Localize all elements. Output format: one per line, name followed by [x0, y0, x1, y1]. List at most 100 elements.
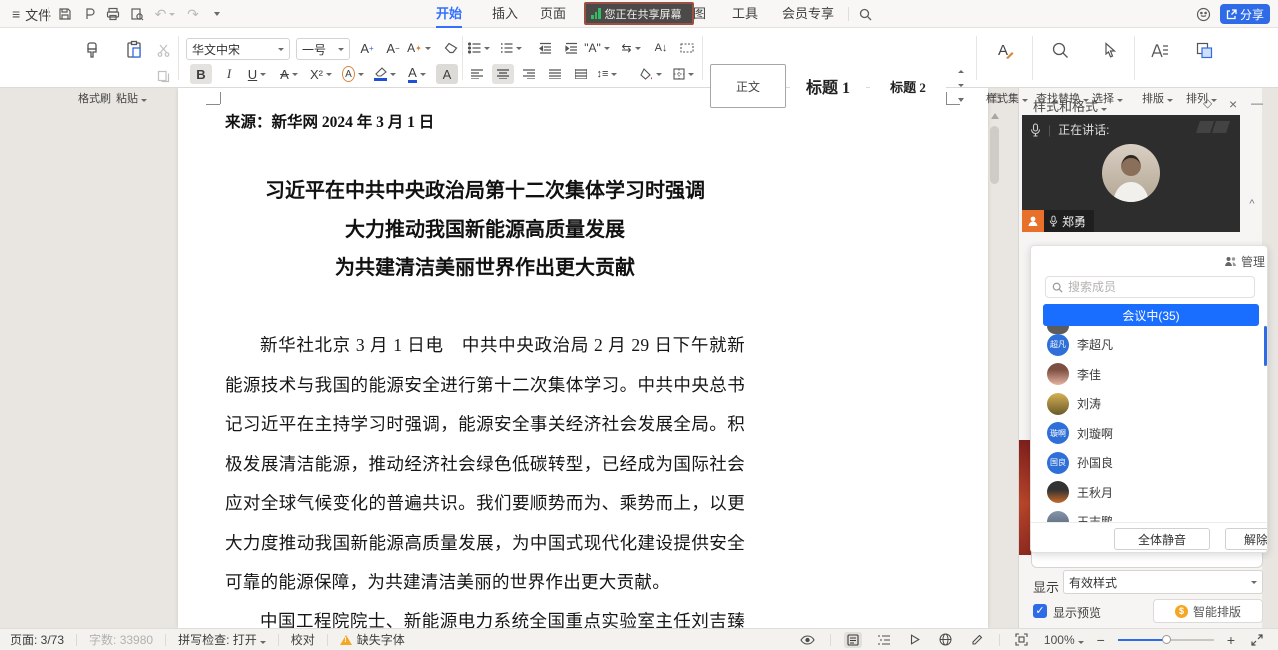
justify-icon[interactable] [544, 64, 566, 84]
bold-button[interactable]: B [190, 64, 212, 84]
typeset-icon[interactable] [1148, 38, 1172, 62]
panel-close-icon[interactable]: × [1229, 96, 1237, 112]
web-view-icon[interactable] [937, 632, 955, 648]
more-commands-icon[interactable] [206, 5, 224, 23]
tab-insert[interactable]: 插入 [492, 0, 518, 28]
collapse-icon[interactable]: ^ [1241, 198, 1263, 210]
bullets-icon[interactable] [468, 38, 490, 58]
page-view-icon[interactable] [844, 632, 862, 648]
edit-mode-icon[interactable] [968, 632, 986, 648]
fullscreen-icon[interactable] [1248, 632, 1266, 648]
print-icon[interactable] [104, 5, 122, 23]
panel-minimize-icon[interactable]: — [1251, 96, 1263, 110]
highlight-color-button[interactable] [374, 64, 396, 84]
align-center-icon[interactable] [492, 64, 514, 84]
borders-icon[interactable] [672, 64, 694, 84]
zoom-value[interactable]: 100% [1044, 633, 1084, 647]
paste-label[interactable]: 粘贴 [116, 90, 147, 106]
scrollbar-thumb[interactable] [990, 126, 999, 184]
tab-home[interactable]: 开始 [436, 0, 462, 28]
align-right-icon[interactable] [518, 64, 540, 84]
export-pdf-icon[interactable] [80, 5, 98, 23]
find-replace-label[interactable]: 查找替换 [1036, 90, 1089, 106]
style-gallery-scroll[interactable] [952, 64, 966, 108]
search-icon[interactable] [856, 5, 874, 23]
share-button[interactable]: 分享 [1220, 4, 1270, 24]
font-size-select[interactable]: 一号 [296, 38, 350, 60]
eye-protect-icon[interactable] [799, 632, 817, 648]
decrease-indent-icon[interactable] [534, 38, 556, 58]
page-indicator[interactable]: 页面: 3/73 [10, 631, 64, 648]
distribute-icon[interactable] [570, 64, 592, 84]
clear-format-icon[interactable] [440, 38, 462, 58]
shading-icon[interactable] [640, 64, 662, 84]
document-scrollbar[interactable] [988, 88, 1002, 628]
show-marks-icon[interactable] [676, 38, 698, 58]
numbering-icon[interactable] [500, 38, 522, 58]
spellcheck-status[interactable]: 拼写检查: 打开 [178, 631, 266, 648]
align-left-icon[interactable] [466, 64, 488, 84]
zoom-slider[interactable] [1118, 639, 1214, 641]
format-painter-icon[interactable] [80, 38, 104, 62]
tab-page[interactable]: 页面 [540, 0, 566, 28]
fit-page-icon[interactable] [1013, 632, 1031, 648]
show-preview-checkbox[interactable]: ✓ [1033, 604, 1047, 618]
line-spacing-icon[interactable]: ↕≡ [596, 64, 618, 84]
meeting-video-overlay[interactable]: | 正在讲话: 郑勇 [1022, 115, 1240, 232]
paste-icon[interactable] [122, 38, 146, 62]
char-shading-button[interactable]: A [436, 64, 458, 84]
shrink-font-icon[interactable]: A− [382, 38, 404, 58]
undo-icon[interactable]: ↶ [156, 5, 174, 23]
typeset-label[interactable]: 排版 [1142, 90, 1173, 106]
smart-layout-button[interactable]: $ 智能排版 [1153, 599, 1263, 623]
mute-all-button[interactable]: 全体静音 [1114, 528, 1210, 550]
copy-icon[interactable] [152, 66, 174, 86]
zoom-in-button[interactable]: + [1227, 632, 1235, 648]
cut-icon[interactable] [152, 40, 174, 60]
strikethrough-button[interactable]: A [278, 64, 300, 84]
redo-icon[interactable]: ↷ [184, 5, 202, 23]
file-menu[interactable]: ≡ 文件 [12, 0, 51, 28]
participant-row[interactable]: 王秋月 [1031, 478, 1268, 508]
format-painter-label[interactable]: 格式刷 [78, 90, 111, 106]
text-direction-icon[interactable]: "A" [586, 38, 608, 58]
enclosed-char-button[interactable]: A [342, 64, 364, 84]
screen-sharing-badge[interactable]: 您正在共享屏幕 [584, 2, 694, 25]
font-name-select[interactable]: 华文中宋 [186, 38, 290, 60]
participant-row[interactable]: 刘涛 [1031, 389, 1268, 419]
participant-row[interactable]: 璇啊 刘璇啊 [1031, 419, 1268, 449]
tab-member[interactable]: 会员专享 [782, 0, 834, 28]
zoom-slider-knob[interactable] [1162, 635, 1171, 644]
participant-row[interactable]: 李佳 [1031, 360, 1268, 390]
arrange-icon[interactable] [1192, 38, 1216, 62]
select-tool-icon[interactable] [1098, 38, 1122, 62]
char-swap-icon[interactable]: ⇆ [620, 38, 642, 58]
participant-row[interactable]: 超凡 李超凡 [1031, 330, 1268, 360]
underline-button[interactable]: U [246, 64, 268, 84]
document-page[interactable]: 来源：新华网 2024 年 3 月 1 日 习近平在中共中央政治局第十二次集体学… [178, 88, 988, 628]
proofread-button[interactable]: 校对 [291, 631, 315, 648]
find-replace-icon[interactable] [1048, 38, 1072, 62]
in-meeting-count-bar[interactable]: 会议中(35) [1043, 304, 1259, 326]
play-slideshow-icon[interactable] [906, 632, 924, 648]
outline-view-icon[interactable] [875, 632, 893, 648]
unmute-all-button[interactable]: 解除全体静音 [1225, 528, 1268, 550]
word-count[interactable]: 字数: 33980 [89, 631, 153, 648]
superscript-button[interactable]: X² [310, 64, 332, 84]
show-style-select[interactable]: 有效样式 [1063, 570, 1263, 594]
zoom-out-button[interactable]: − [1097, 632, 1105, 648]
print-preview-icon[interactable] [128, 5, 146, 23]
select-tool-label[interactable]: 选择 [1092, 90, 1123, 106]
help-icon[interactable] [1194, 5, 1212, 23]
participant-row[interactable]: 国良 孙国良 [1031, 448, 1268, 478]
style-heading2[interactable]: 标题 2 [870, 64, 946, 108]
list-scrollbar-hint[interactable] [1264, 326, 1267, 366]
grow-font-icon[interactable]: A+ [356, 38, 378, 58]
member-search-input[interactable] [1068, 280, 1228, 294]
style-set-icon[interactable]: A [994, 38, 1018, 62]
sort-icon[interactable]: A↓ [650, 38, 672, 58]
style-normal[interactable]: 正文 [710, 64, 786, 108]
member-search-box[interactable] [1045, 276, 1255, 298]
style-set-label[interactable]: 样式集 [986, 90, 1028, 106]
save-icon[interactable] [56, 5, 74, 23]
